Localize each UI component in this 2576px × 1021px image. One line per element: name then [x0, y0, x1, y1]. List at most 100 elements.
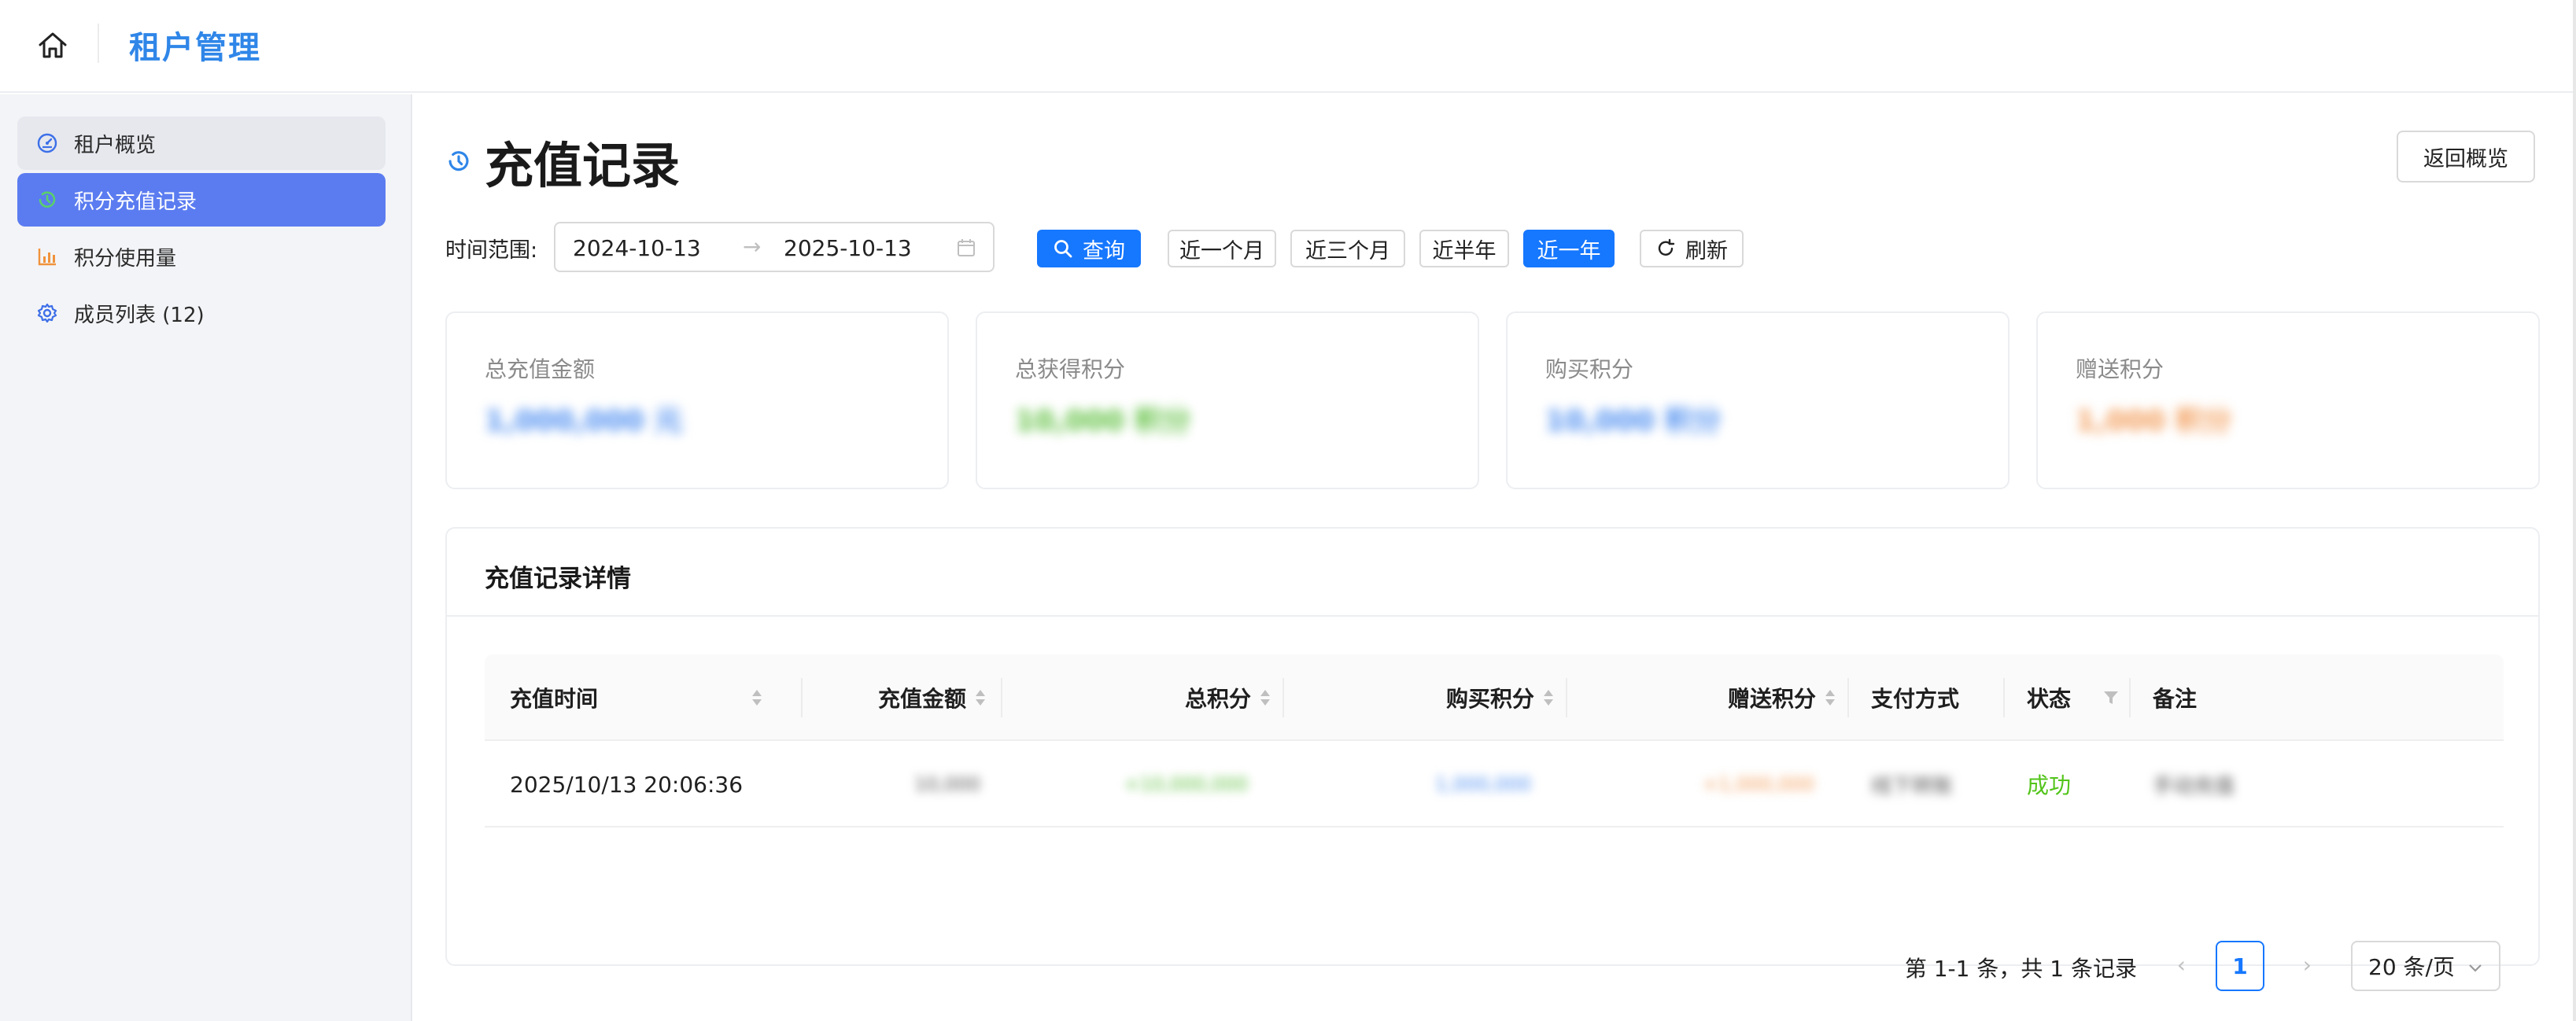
detail-card: 充值记录详情 充值时间 充值金额 总积分 购买积分 赠送积分 支付方式 状态 备… [445, 527, 2540, 991]
range-half-year-button[interactable]: 近半年 [1419, 230, 1509, 267]
history-icon [36, 189, 58, 211]
date-range-picker[interactable]: 2024-10-13 → 2025-10-13 [554, 222, 995, 272]
column-header-time[interactable]: 充值时间 [510, 654, 777, 741]
column-header-gift-points[interactable]: 赠送积分 [1586, 654, 1836, 741]
column-header-payment: 支付方式 [1871, 654, 2005, 741]
column-label: 充值时间 [510, 686, 599, 712]
column-label: 支付方式 [1871, 686, 1960, 712]
table-header: 充值时间 充值金额 总积分 购买积分 赠送积分 支付方式 状态 备注 [485, 654, 2504, 741]
filter-icon[interactable] [2102, 689, 2120, 706]
column-label: 赠送积分 [1727, 686, 1816, 712]
column-divider [2003, 678, 2005, 717]
cell-note: 手动充值 [2153, 774, 2235, 798]
time-range-label: 时间范围: [445, 238, 538, 263]
scroll-edge [2573, 0, 2576, 1021]
gear-icon [36, 302, 58, 324]
column-divider [1001, 678, 1002, 717]
end-date-input[interactable]: 2025-10-13 [784, 235, 912, 261]
column-header-status[interactable]: 状态 [2027, 654, 2121, 741]
stat-label: 总获得积分 [1015, 356, 1126, 382]
sort-icon[interactable] [974, 687, 987, 709]
column-label: 备注 [2153, 686, 2198, 712]
sidebar-item-members[interactable]: 成员列表 (12) [17, 286, 386, 340]
detail-card-header: 充值记录详情 [447, 529, 2538, 617]
refresh-icon [1658, 238, 1675, 256]
stat-card-total-amount: 总充值金额 1,000,000 元 [445, 311, 949, 489]
search-icon [1054, 240, 1072, 258]
top-bar: 租户管理 [0, 0, 2576, 93]
sidebar-item-label: 成员列表 (12) [74, 303, 205, 327]
dashboard-icon [36, 132, 58, 154]
column-header-amount[interactable]: 充值金额 [815, 654, 987, 741]
sidebar-item-label: 租户概览 [74, 133, 157, 157]
stat-value: 10,000 积分 [1545, 405, 1722, 437]
page-title: 充值记录 [485, 137, 681, 194]
sort-icon[interactable] [751, 687, 763, 709]
page-size-value: 20 条/页 [2368, 954, 2455, 980]
calendar-icon[interactable] [955, 237, 977, 259]
page-size-select[interactable]: 20 条/页 [2351, 941, 2500, 991]
sidebar-item-label: 积分使用量 [74, 246, 177, 271]
column-divider [1847, 678, 1849, 717]
cell-total-points: +10,000,000 [1124, 773, 1248, 795]
column-divider [801, 678, 803, 717]
stat-card-gift-points: 赠送积分 1,000 积分 [2036, 311, 2540, 489]
stat-label: 购买积分 [1545, 356, 1634, 382]
column-divider [1566, 678, 1567, 717]
page-button-1[interactable]: 1 [2216, 941, 2264, 991]
bar-chart-icon [36, 245, 58, 267]
divider [98, 24, 99, 63]
sidebar: 租户概览 积分充值记录 积分使用量 成员列表 (12) [0, 94, 412, 1021]
table-row[interactable]: 2025/10/13 20:06:36 10,000 +10,000,000 1… [485, 741, 2504, 827]
stat-label: 总充值金额 [485, 356, 596, 382]
sort-icon[interactable] [1259, 687, 1271, 709]
chevron-right-icon[interactable]: › [2303, 952, 2312, 978]
column-header-purchase-points[interactable]: 购买积分 [1303, 654, 1555, 741]
cell-payment: 线下转账 [1871, 774, 1954, 798]
stat-value: 1,000,000 元 [485, 405, 683, 437]
stat-value: 10,000 积分 [1015, 405, 1191, 437]
chevron-down-icon [2466, 956, 2485, 982]
column-label: 充值金额 [877, 686, 966, 712]
page-header: 充值记录 [445, 126, 680, 197]
range-1-month-button[interactable]: 近一个月 [1168, 230, 1276, 267]
chevron-left-icon[interactable]: ‹ [2177, 952, 2186, 978]
query-label: 查询 [1083, 238, 1125, 264]
cell-gift-points: +1,000,000 [1702, 773, 1814, 795]
history-icon [445, 148, 472, 175]
records-table: 充值时间 充值金额 总积分 购买积分 赠送积分 支付方式 状态 备注 2025/… [485, 654, 2504, 827]
pagination-info: 第 1-1 条，共 1 条记录 [1904, 956, 2137, 982]
column-header-total-points[interactable]: 总积分 [1020, 654, 1271, 741]
cell-amount: 10,000 [914, 773, 980, 795]
sidebar-item-overview[interactable]: 租户概览 [17, 116, 386, 170]
main-content: 充值记录 返回概览 时间范围: 2024-10-13 → 2025-10-13 … [414, 94, 2573, 1021]
app-title: 租户管理 [129, 30, 261, 66]
stat-value: 1,000 积分 [2076, 405, 2232, 437]
detail-title: 充值记录详情 [485, 565, 631, 593]
column-divider [1282, 678, 1284, 717]
stat-label: 赠送积分 [2076, 356, 2165, 382]
range-1-year-button[interactable]: 近一年 [1523, 230, 1615, 267]
back-to-overview-button[interactable]: 返回概览 [2397, 131, 2535, 182]
column-header-note: 备注 [2153, 654, 2389, 741]
sort-icon[interactable] [1542, 687, 1555, 709]
column-label: 总积分 [1184, 686, 1251, 712]
cell-status: 成功 [2027, 772, 2072, 798]
arrow-right-icon: → [743, 234, 762, 260]
cell-time: 2025/10/13 20:06:36 [510, 771, 744, 798]
refresh-label: 刷新 [1685, 238, 1728, 264]
column-label: 购买积分 [1445, 686, 1534, 712]
column-divider [2129, 678, 2131, 717]
app-root: 租户管理 租户概览 积分充值记录 积分使用量 成员列表 (12) 充值记录 返回… [0, 0, 2576, 1021]
home-icon[interactable] [36, 30, 69, 61]
sidebar-item-recharge-records[interactable]: 积分充值记录 [17, 173, 386, 227]
stat-card-purchase-points: 购买积分 10,000 积分 [1506, 311, 2010, 489]
range-3-months-button[interactable]: 近三个月 [1290, 230, 1405, 267]
column-label: 状态 [2027, 686, 2072, 712]
start-date-input[interactable]: 2024-10-13 [573, 235, 701, 261]
sidebar-item-usage[interactable]: 积分使用量 [17, 230, 386, 283]
sidebar-item-label: 积分充值记录 [74, 190, 197, 214]
sort-icon[interactable] [1824, 687, 1836, 709]
query-button[interactable]: 查询 [1037, 230, 1141, 267]
refresh-button[interactable]: 刷新 [1640, 230, 1744, 267]
